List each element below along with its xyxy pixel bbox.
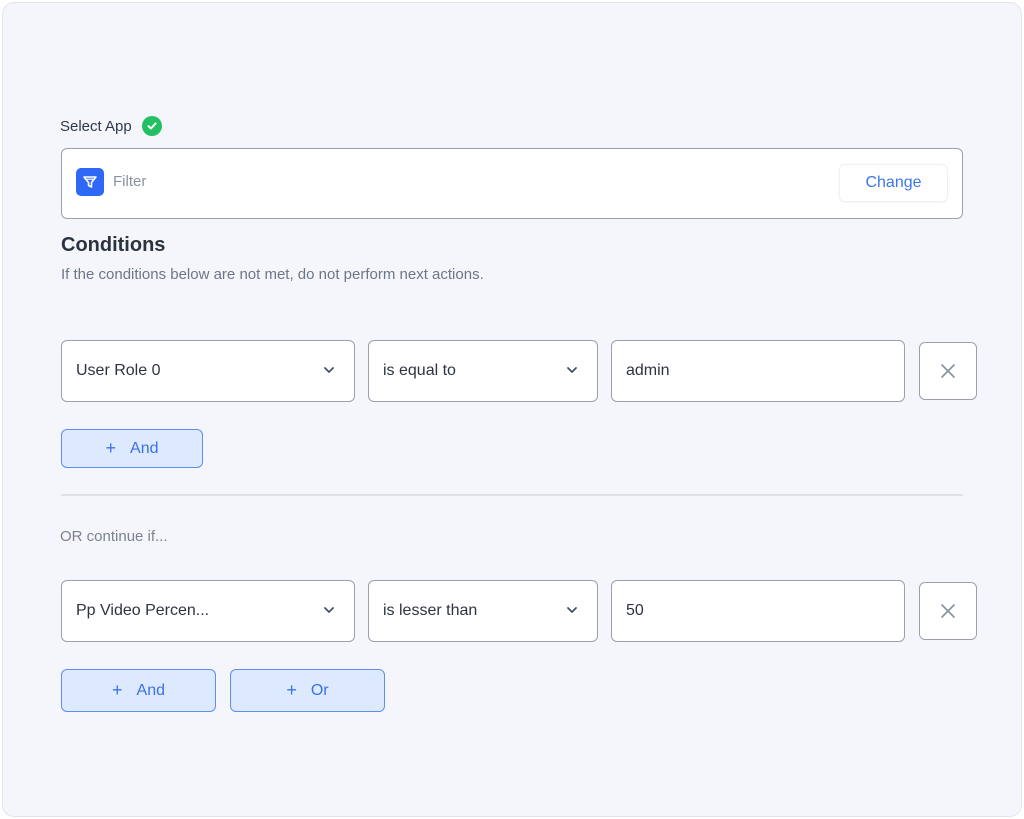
chevron-down-icon xyxy=(324,607,334,613)
operator-select-value: is equal to xyxy=(383,362,456,379)
add-and-label: And xyxy=(130,439,159,457)
select-app-label: Select App xyxy=(60,117,132,135)
operator-select[interactable]: is equal to xyxy=(368,340,598,402)
plus-icon: + xyxy=(112,680,123,700)
add-and-button[interactable]: + And xyxy=(61,669,216,712)
value-input[interactable]: admin xyxy=(611,340,905,402)
check-circle-icon xyxy=(141,116,162,136)
close-x-icon xyxy=(941,364,955,378)
operator-select[interactable]: is lesser than xyxy=(368,580,598,642)
conditions-subtitle: If the conditions below are not met, do … xyxy=(61,266,484,283)
value-input-text: admin xyxy=(626,362,670,379)
filter-funnel-icon xyxy=(76,168,104,196)
change-app-button[interactable]: Change xyxy=(839,164,948,202)
add-and-label: And xyxy=(136,681,165,699)
value-input-text: 50 xyxy=(626,602,644,619)
remove-condition-button[interactable] xyxy=(919,342,977,400)
chevron-down-icon xyxy=(567,367,577,373)
field-select[interactable]: User Role 0 xyxy=(61,340,355,402)
plus-icon: + xyxy=(286,680,297,700)
plus-icon: + xyxy=(105,438,117,458)
conditions-title: Conditions xyxy=(61,234,166,256)
remove-condition-button[interactable] xyxy=(919,582,977,640)
field-select-value: User Role 0 xyxy=(76,362,161,379)
add-and-button[interactable]: + And xyxy=(61,429,203,468)
chevron-down-icon xyxy=(567,607,577,613)
field-select[interactable]: Pp Video Percen... xyxy=(61,580,355,642)
operator-select-value: is lesser than xyxy=(383,602,478,619)
field-select-value: Pp Video Percen... xyxy=(76,602,210,619)
select-app-heading: Select App xyxy=(60,116,162,136)
chevron-down-icon xyxy=(324,367,334,373)
selected-app-box: Filter Change xyxy=(61,148,963,219)
or-continue-label: OR continue if... xyxy=(60,528,168,545)
add-or-button[interactable]: + Or xyxy=(230,669,385,712)
app-name: Filter xyxy=(113,173,147,190)
add-or-label: Or xyxy=(310,681,329,699)
group-divider xyxy=(61,494,963,496)
value-input[interactable]: 50 xyxy=(611,580,905,642)
close-x-icon xyxy=(941,604,955,618)
